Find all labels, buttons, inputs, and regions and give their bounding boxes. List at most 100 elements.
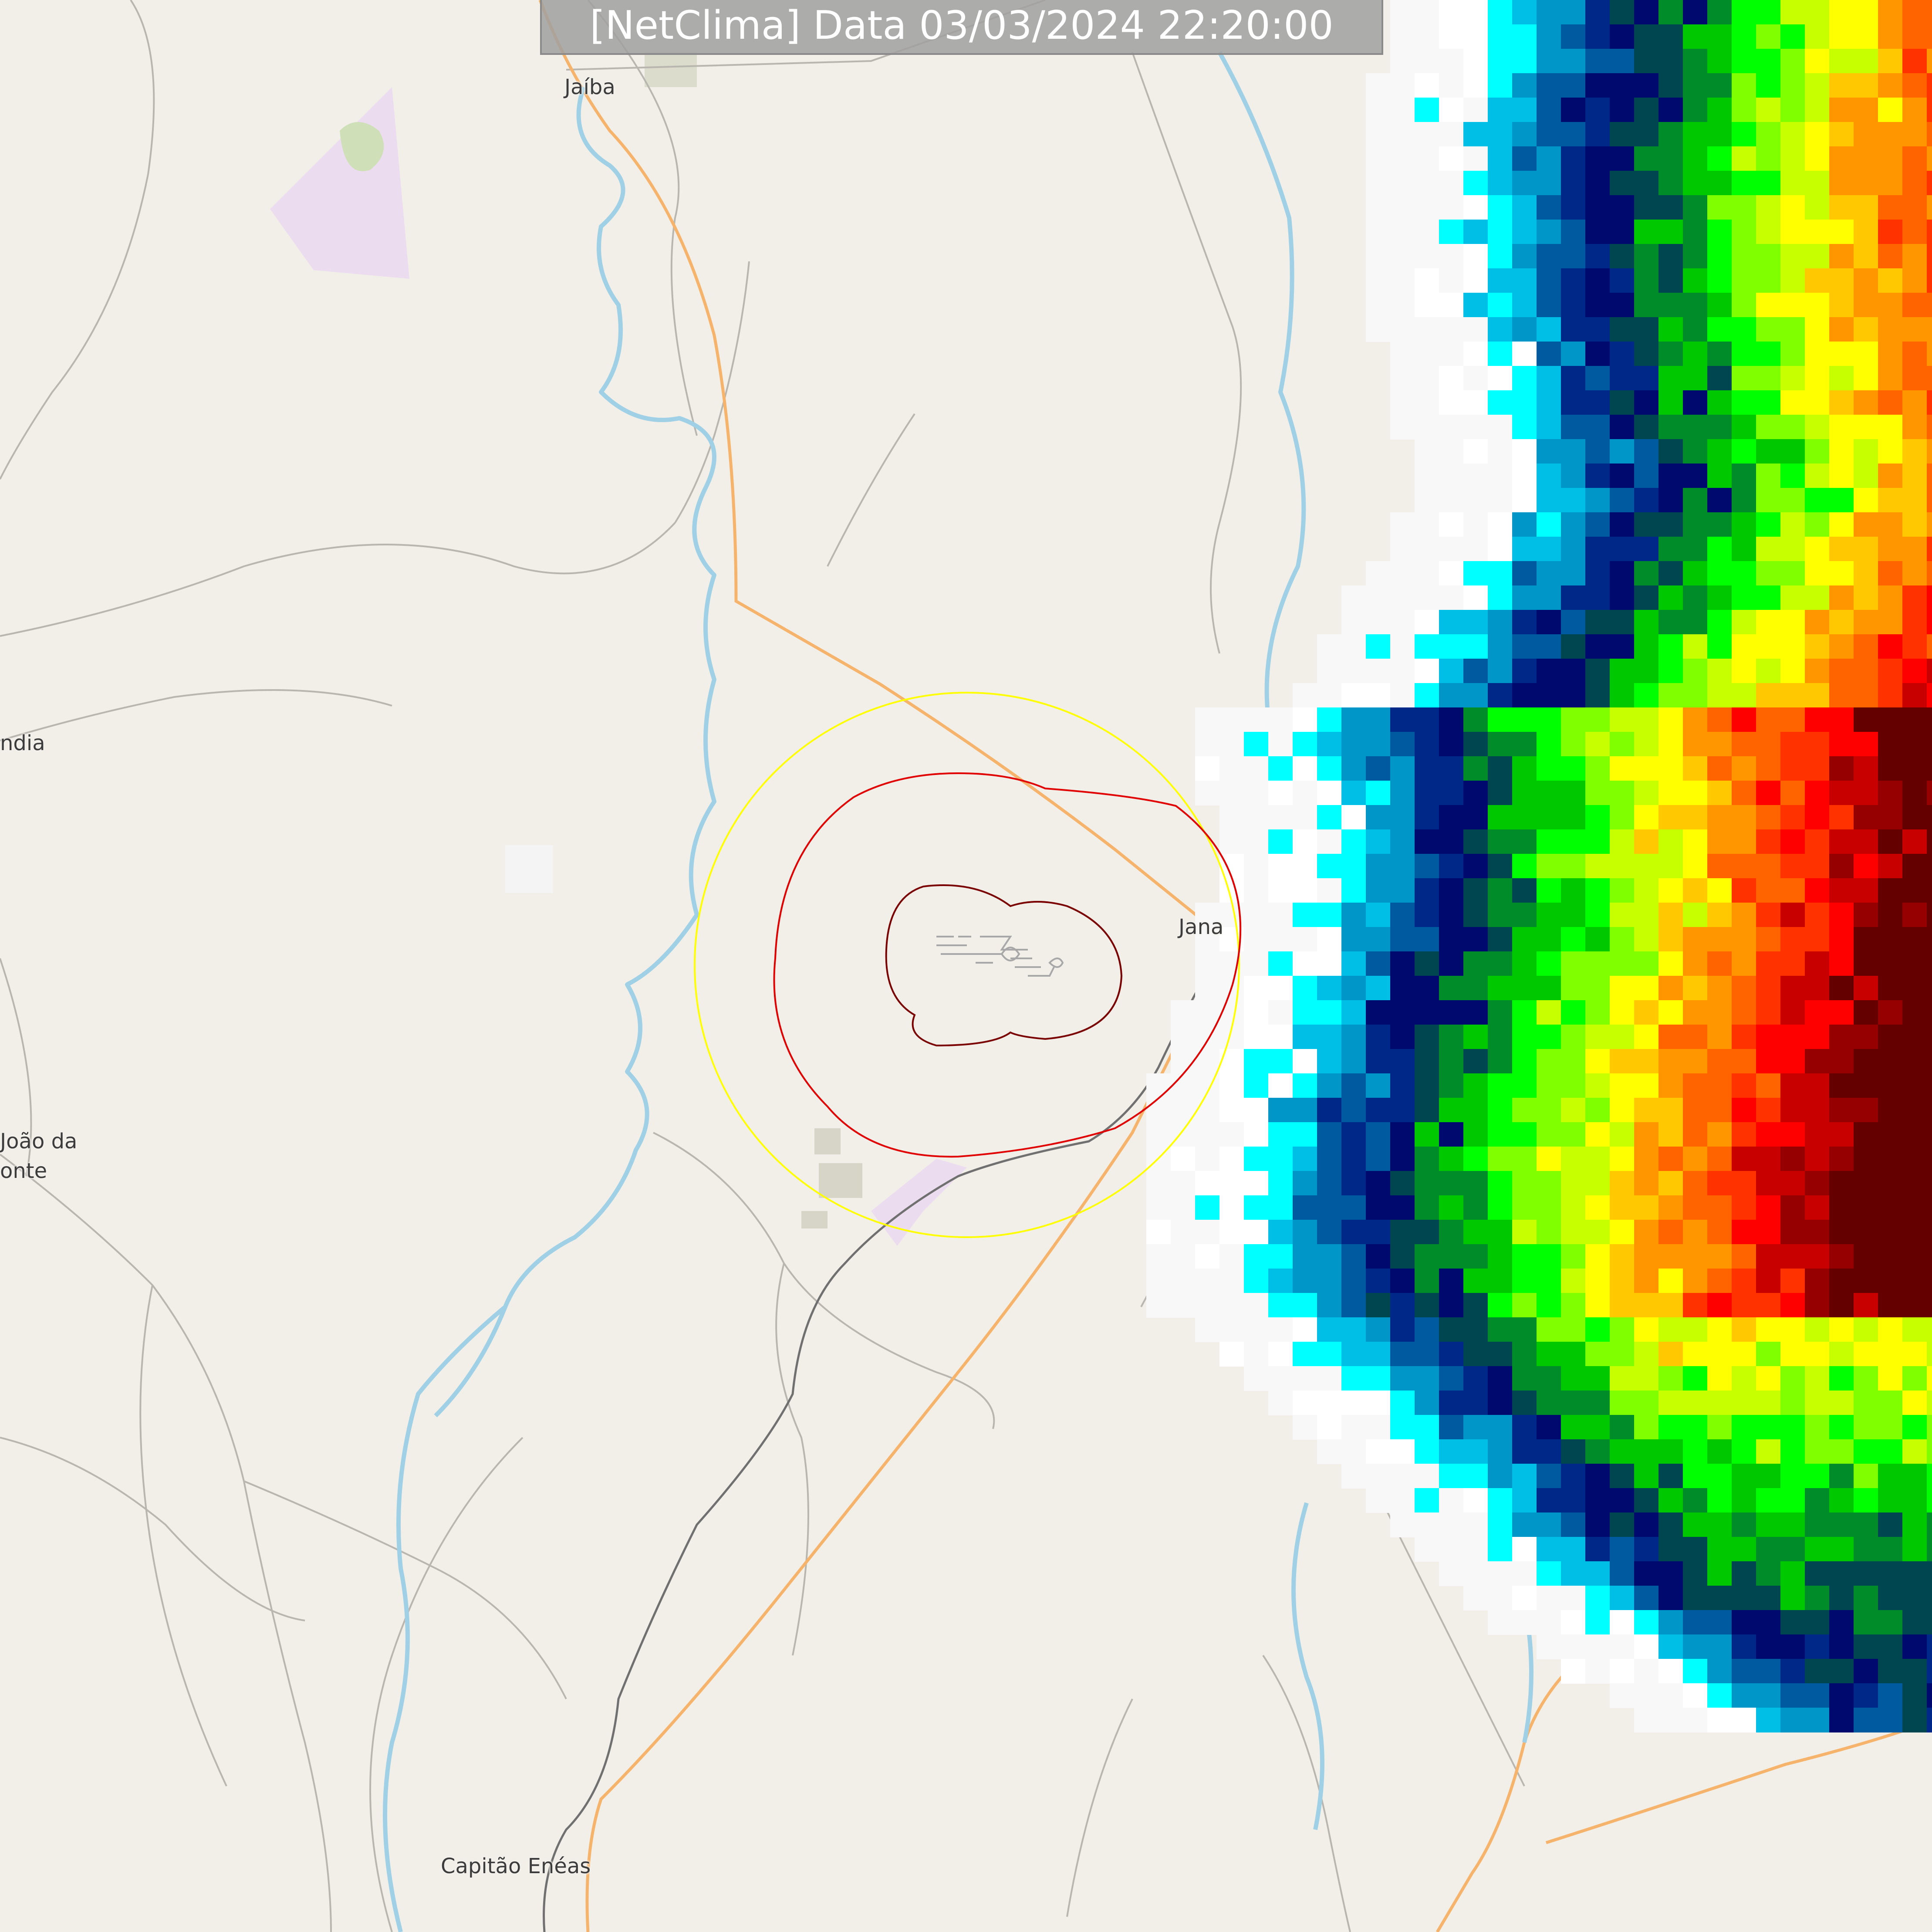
radar-cell — [1683, 1317, 1708, 1342]
radar-cell — [1854, 24, 1878, 49]
radar-cell — [1463, 390, 1488, 415]
radar-cell — [1683, 1415, 1708, 1440]
radar-cell — [1512, 1122, 1537, 1147]
radar-cell — [1561, 878, 1586, 903]
radar-cell — [1585, 1293, 1610, 1318]
radar-cell — [1878, 0, 1903, 25]
radar-cell — [1756, 366, 1781, 391]
radar-cell — [1610, 1586, 1635, 1611]
radar-cell — [1195, 781, 1220, 805]
radar-cell — [1341, 1025, 1366, 1049]
radar-cell — [1512, 1025, 1537, 1049]
radar-cell — [1390, 878, 1415, 903]
radar-cell — [1854, 317, 1878, 342]
radar-cell — [1805, 342, 1830, 366]
base-map[interactable] — [0, 0, 1932, 1932]
radar-cell — [1902, 1683, 1927, 1708]
radar-cell — [1805, 415, 1830, 440]
radar-cell — [1854, 1512, 1878, 1537]
radar-cell — [1732, 732, 1756, 757]
radar-cell — [1902, 1317, 1927, 1342]
radar-cell — [1829, 1049, 1854, 1074]
radar-cell — [1854, 903, 1878, 927]
radar-cell — [1561, 195, 1586, 220]
radar-cell — [1658, 293, 1683, 318]
radar-cell — [1488, 122, 1513, 147]
radar-cell — [1805, 707, 1830, 732]
radar-cell — [1585, 1317, 1610, 1342]
radar-cell — [1878, 98, 1903, 122]
radar-cell — [1927, 1415, 1932, 1440]
radar-cell — [1805, 1659, 1830, 1684]
radar-cell — [1390, 683, 1415, 708]
radar-cell — [1683, 342, 1708, 366]
radar-cell — [1756, 951, 1781, 976]
radar-cell — [1463, 927, 1488, 952]
urban-area — [801, 1211, 828, 1228]
radar-cell — [1463, 220, 1488, 244]
radar-cell — [1585, 512, 1610, 537]
radar-cell — [1780, 1659, 1805, 1684]
radar-cell — [1805, 1073, 1830, 1098]
radar-cell — [1634, 561, 1659, 586]
radar-cell — [1585, 732, 1610, 757]
radar-cell — [1805, 829, 1830, 854]
radar-cell — [1805, 1537, 1830, 1562]
radar-cell — [1561, 1586, 1586, 1611]
radar-cell — [1658, 1147, 1683, 1171]
radar-cell — [1658, 537, 1683, 562]
radar-cell — [1366, 1488, 1391, 1513]
radar-cell — [1268, 1195, 1293, 1220]
radar-cell — [1854, 854, 1878, 879]
radar-cell — [1707, 439, 1732, 464]
radar-cell — [1756, 268, 1781, 293]
radar-cell — [1902, 293, 1927, 318]
radar-cell — [1488, 707, 1513, 732]
radar-cell — [1439, 464, 1464, 488]
radar-cell — [1829, 976, 1854, 1001]
radar-cell — [1415, 781, 1439, 805]
radar-cell — [1829, 1586, 1854, 1611]
radar-cell — [1780, 1708, 1805, 1732]
radar-cell — [1854, 781, 1878, 805]
radar-cell — [1561, 610, 1586, 635]
radar-cell — [1902, 1244, 1927, 1269]
radar-cell — [1780, 1220, 1805, 1245]
radar-cell — [1268, 1366, 1293, 1391]
radar-cell — [1927, 537, 1932, 562]
radar-cell — [1610, 98, 1635, 122]
radar-cell — [1195, 1317, 1220, 1342]
radar-cell — [1902, 464, 1927, 488]
radar-cell — [1341, 1171, 1366, 1196]
radar-cell — [1707, 220, 1732, 244]
radar-cell — [1683, 1025, 1708, 1049]
radar-cell — [1854, 1659, 1878, 1684]
radar-cell — [1585, 317, 1610, 342]
radar-cell — [1902, 1000, 1927, 1025]
radar-cell — [1390, 342, 1415, 366]
radar-cell — [1585, 829, 1610, 854]
radar-cell — [1610, 366, 1635, 391]
radar-cell — [1195, 1171, 1220, 1196]
radar-cell — [1537, 1342, 1561, 1367]
radar-cell — [1683, 1049, 1708, 1074]
radar-cell — [1829, 854, 1854, 879]
radar-cell — [1366, 1049, 1391, 1074]
radar-cell — [1293, 805, 1317, 830]
radar-cell — [1366, 976, 1391, 1001]
radar-cell — [1805, 49, 1830, 74]
radar-cell — [1244, 1366, 1269, 1391]
radar-cell — [1415, 1366, 1439, 1391]
radar-cell — [1780, 24, 1805, 49]
radar-cell — [1780, 1098, 1805, 1123]
radar-cell — [1805, 1049, 1830, 1074]
radar-cell — [1488, 1025, 1513, 1049]
radar-cell — [1366, 610, 1391, 635]
radar-cell — [1658, 24, 1683, 49]
radar-cell — [1463, 1220, 1488, 1245]
radar-cell — [1415, 732, 1439, 757]
radar-cell — [1829, 878, 1854, 903]
place-label-janauba: Jana — [1179, 915, 1224, 939]
radar-cell — [1390, 1293, 1415, 1318]
radar-cell — [1634, 878, 1659, 903]
